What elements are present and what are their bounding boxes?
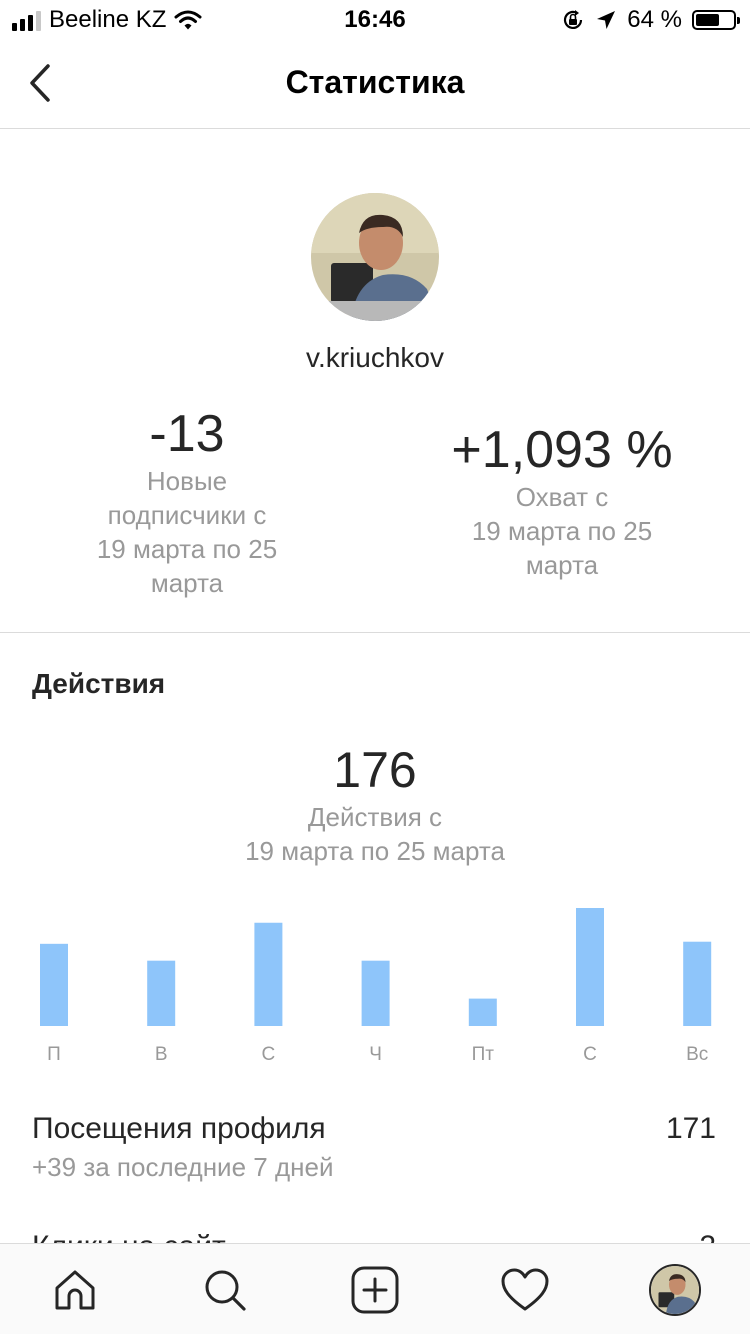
home-icon xyxy=(55,1270,95,1309)
chart-tick-label: С xyxy=(262,1044,276,1065)
profile-avatar-icon xyxy=(649,1263,701,1316)
chart-bar xyxy=(468,998,497,1026)
profile-avatar[interactable] xyxy=(311,193,439,321)
followers-desc-line: 19 марта по 25 xyxy=(96,534,278,564)
chart-bar xyxy=(147,960,176,1026)
chart-tick-label: Пт xyxy=(472,1044,495,1065)
reach-value: +1,093 % xyxy=(451,421,673,479)
actions-desc: Действия с 19 марта по 25 марта xyxy=(0,800,750,868)
chart-tick-label: Вс xyxy=(686,1044,708,1065)
tab-home[interactable] xyxy=(25,1244,125,1334)
chart-bar xyxy=(254,922,283,1026)
chart-bar xyxy=(683,941,712,1026)
reach-desc: Охват с 19 марта по 25 марта xyxy=(432,480,692,582)
profile-visits-sub: +39 за последние 7 дней xyxy=(32,1152,334,1182)
reach-desc-line: Охват с xyxy=(515,482,609,512)
actions-total: 176 xyxy=(333,742,417,798)
chart-tick-label: В xyxy=(155,1044,168,1065)
followers-desc: Новые подписчики с 19 марта по 25 марта xyxy=(56,464,318,600)
chart-tick-label: П xyxy=(47,1044,61,1065)
status-bar: Beeline KZ 16:46 64 % xyxy=(0,0,750,40)
chart-bar xyxy=(361,960,390,1026)
tab-bar xyxy=(0,1243,750,1334)
status-right: 64 % xyxy=(561,6,740,34)
followers-desc-line: Новые xyxy=(146,466,228,496)
followers-value: -13 xyxy=(149,405,225,463)
reach-desc-line: 19 марта по 25 xyxy=(471,516,653,546)
profile-visits-value: 171 xyxy=(665,1112,716,1145)
actions-desc-line: 19 марта по 25 марта xyxy=(245,836,505,866)
battery-icon xyxy=(692,10,740,30)
activity-heart-icon xyxy=(501,1268,549,1310)
followers-metric: -13 Новые подписчики с 19 марта по 25 ма… xyxy=(56,404,318,600)
followers-desc-line: подписчики с xyxy=(107,500,267,530)
profile-visits-label: Посещения профиля xyxy=(32,1112,326,1145)
tab-search[interactable] xyxy=(175,1244,275,1334)
reach-metric: +1,093 % Охват с 19 марта по 25 марта xyxy=(432,420,692,582)
rotation-lock-icon xyxy=(564,10,583,29)
battery-percent: 64 % xyxy=(627,6,682,33)
actions-section-title: Действия xyxy=(32,668,166,699)
tab-activity[interactable] xyxy=(475,1244,575,1334)
actions-desc-line: Действия с xyxy=(307,802,443,832)
actions-bar-chart: П В С Ч Пт С Вс xyxy=(40,908,712,1065)
chart-tick-label: Ч xyxy=(369,1044,382,1065)
add-post-icon xyxy=(351,1266,399,1313)
nav-bar: Статистика xyxy=(0,40,750,129)
back-button[interactable] xyxy=(18,58,68,108)
reach-desc-line: марта xyxy=(525,550,599,580)
tab-new-post[interactable] xyxy=(325,1244,425,1334)
section-divider xyxy=(0,632,750,633)
username: v.kriuchkov xyxy=(306,342,444,373)
chart-bar xyxy=(576,908,604,1026)
avatar-photo xyxy=(311,193,439,321)
search-icon xyxy=(205,1270,246,1311)
battery-level xyxy=(696,14,719,26)
followers-desc-line: марта xyxy=(150,568,224,598)
page-title: Статистика xyxy=(285,64,465,100)
chart-bar xyxy=(40,943,68,1026)
location-icon xyxy=(597,11,616,29)
statistics-screen: Beeline KZ 16:46 64 % Статистика v.kriuc… xyxy=(0,0,750,1334)
tab-profile[interactable] xyxy=(625,1244,725,1334)
chart-tick-label: С xyxy=(583,1044,597,1065)
chevron-left-icon xyxy=(30,64,50,102)
